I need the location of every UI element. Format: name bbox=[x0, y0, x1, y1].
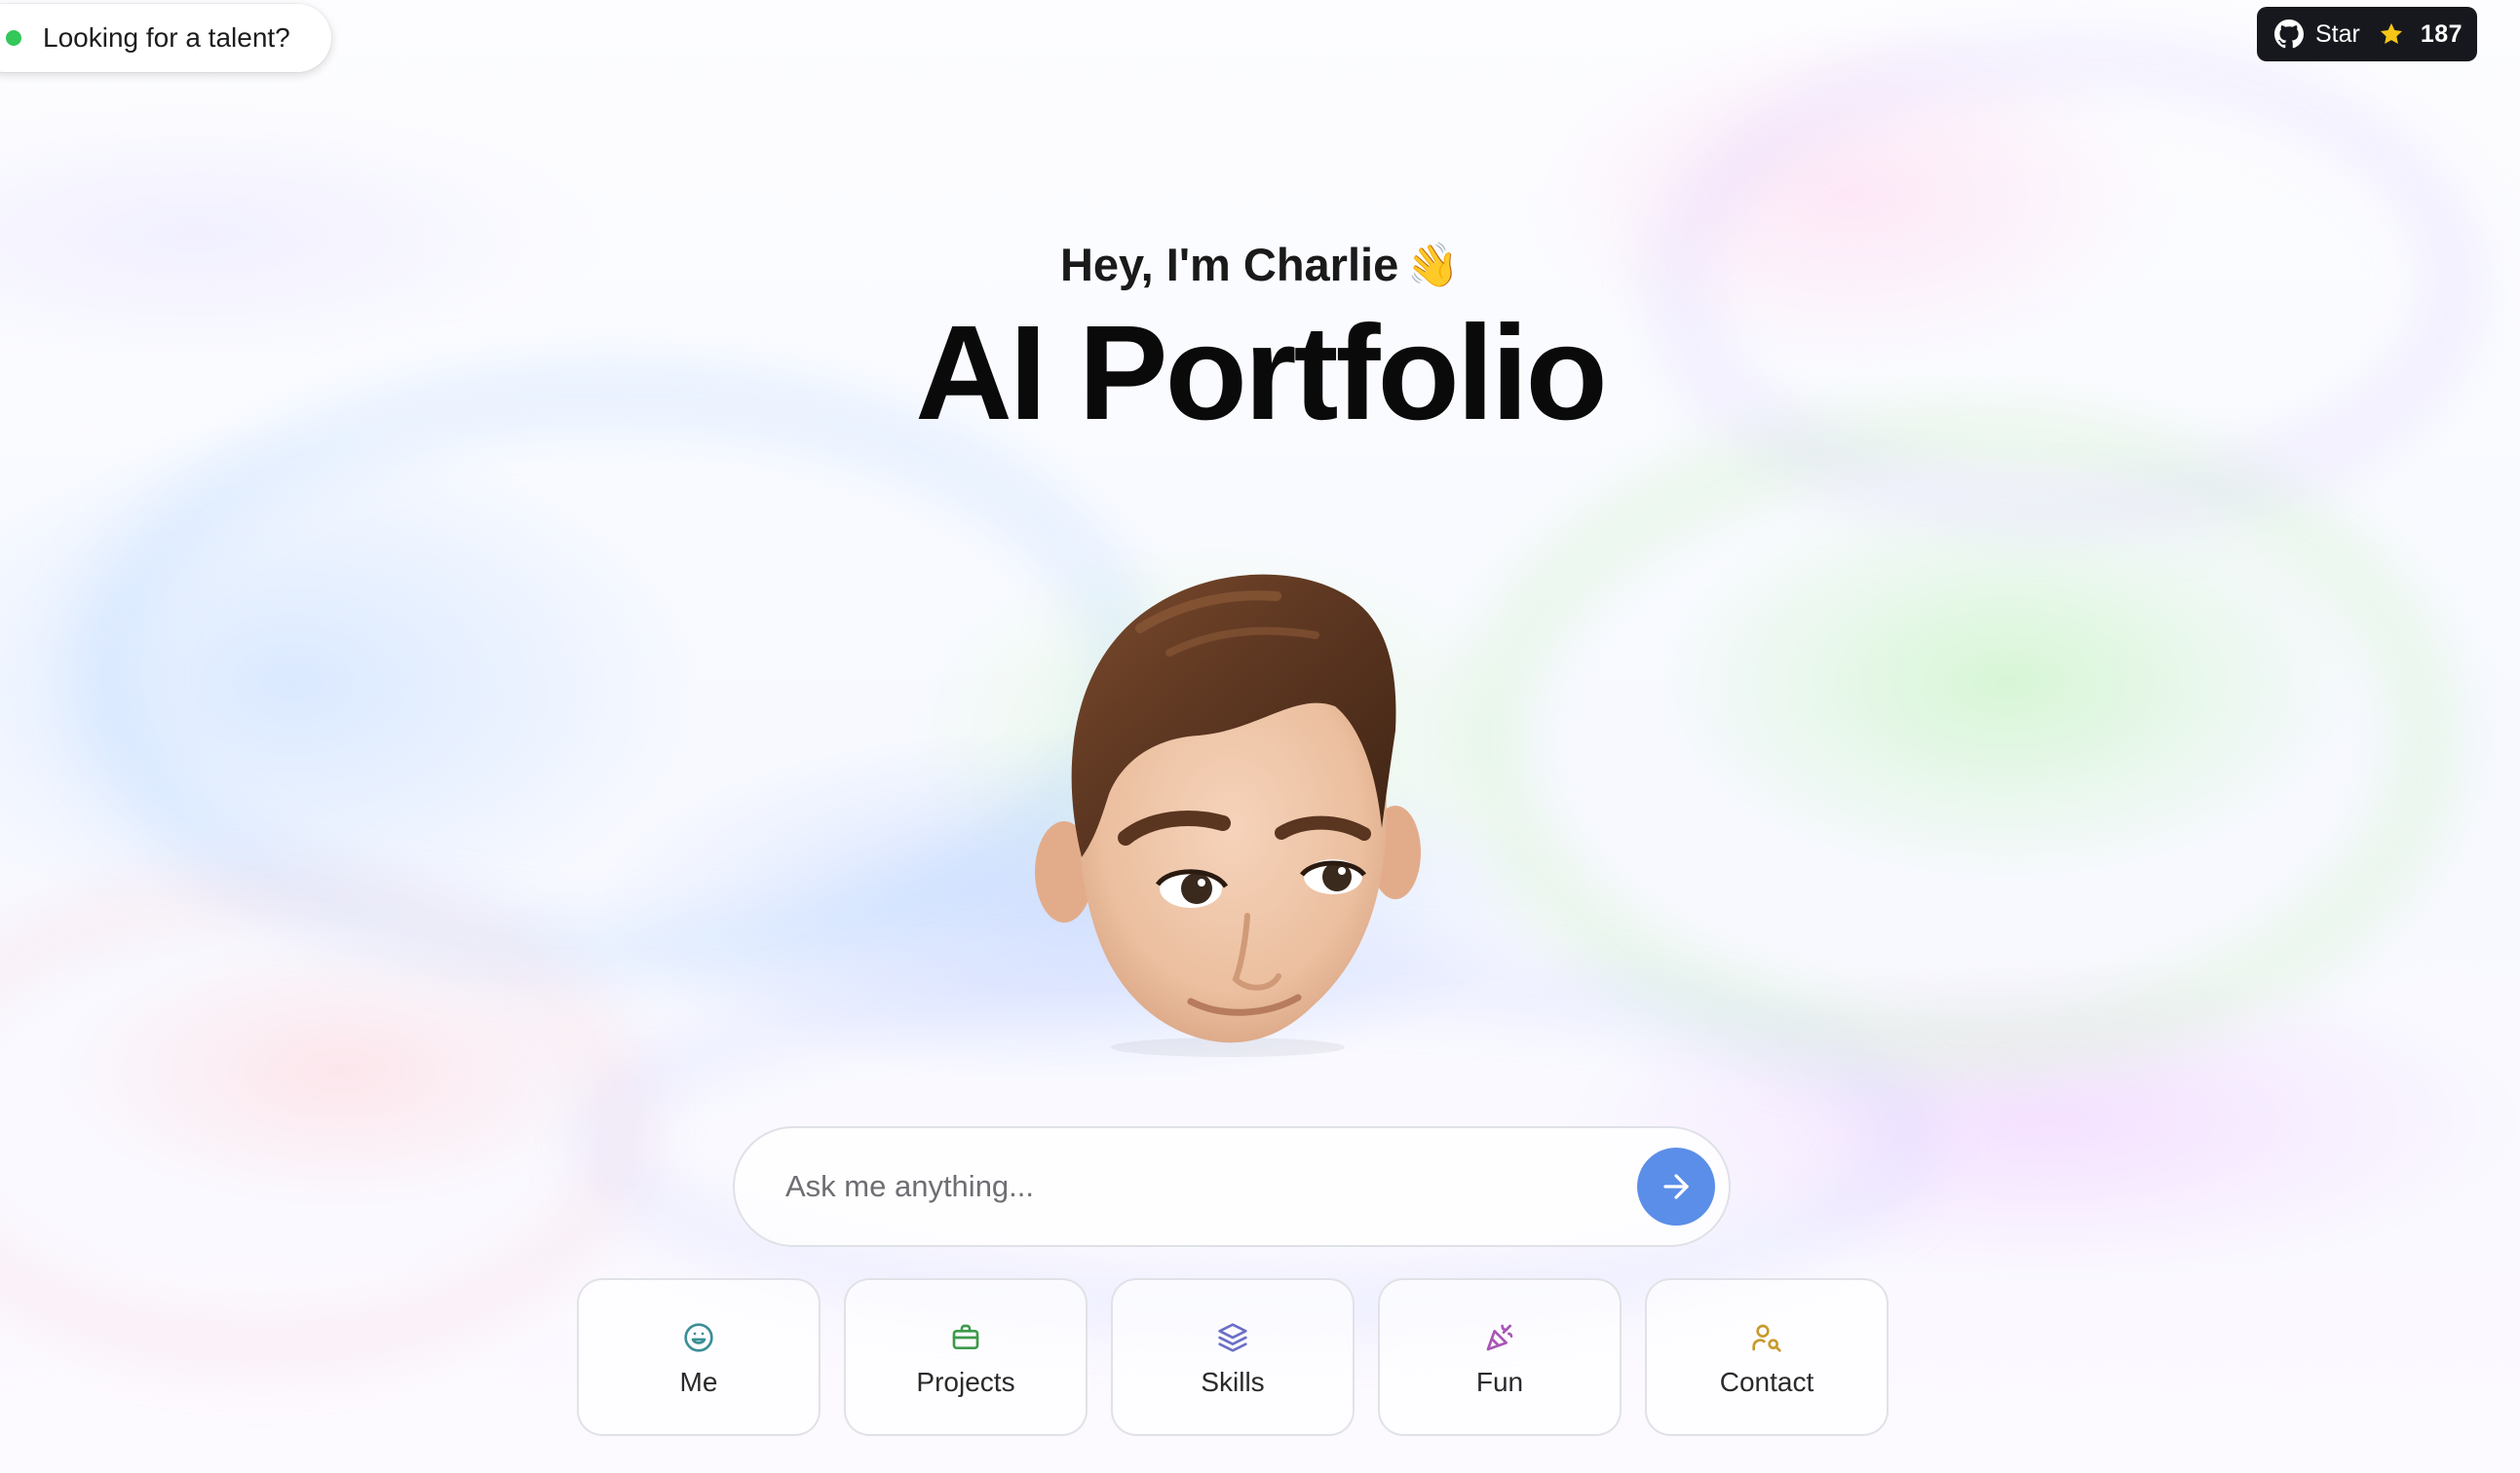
quick-action-projects[interactable]: Projects bbox=[844, 1278, 1088, 1436]
party-popper-icon bbox=[1486, 1324, 1513, 1351]
quick-action-label: Me bbox=[679, 1367, 718, 1397]
layers-icon bbox=[1218, 1323, 1247, 1352]
user-search-icon bbox=[1752, 1324, 1781, 1352]
ask-input[interactable] bbox=[783, 1168, 1637, 1205]
quick-action-fun[interactable]: Fun bbox=[1378, 1278, 1622, 1436]
smile-icon bbox=[684, 1323, 713, 1352]
quick-action-label: Fun bbox=[1475, 1367, 1524, 1397]
quick-action-me[interactable]: Me bbox=[577, 1278, 821, 1436]
star-icon bbox=[2380, 22, 2402, 45]
star-count: 187 bbox=[2420, 19, 2463, 48]
quick-actions: Me Projects Skills Fun Contact bbox=[577, 1278, 1889, 1436]
quick-action-contact[interactable]: Contact bbox=[1645, 1278, 1889, 1436]
chat-input-bar bbox=[733, 1126, 1731, 1247]
quick-action-label: Skills bbox=[1201, 1367, 1265, 1397]
greeting-heading: Hey, I'm Charlie 👋 bbox=[0, 238, 2520, 294]
waving-hand-icon: 👋 bbox=[1403, 239, 1464, 294]
quick-action-label: Contact bbox=[1719, 1367, 1814, 1397]
memoji-avatar bbox=[1035, 574, 1421, 1057]
quick-action-label: Projects bbox=[916, 1367, 1015, 1397]
quick-action-skills[interactable]: Skills bbox=[1111, 1278, 1355, 1436]
greeting-text: Hey, I'm Charlie bbox=[1059, 239, 1399, 290]
github-icon bbox=[2274, 19, 2304, 49]
talent-label: Looking for a talent? bbox=[43, 22, 290, 53]
arrow-right-icon bbox=[1663, 1174, 1689, 1199]
star-label: Star bbox=[2315, 19, 2360, 48]
status-dot-icon bbox=[6, 30, 21, 46]
briefcase-icon bbox=[952, 1324, 979, 1349]
send-button[interactable] bbox=[1637, 1148, 1715, 1226]
page-title: AI Portfolio bbox=[915, 298, 1608, 448]
looking-for-talent-button[interactable]: Looking for a talent? bbox=[0, 4, 331, 72]
github-star-button[interactable]: Star 187 bbox=[2257, 7, 2477, 61]
